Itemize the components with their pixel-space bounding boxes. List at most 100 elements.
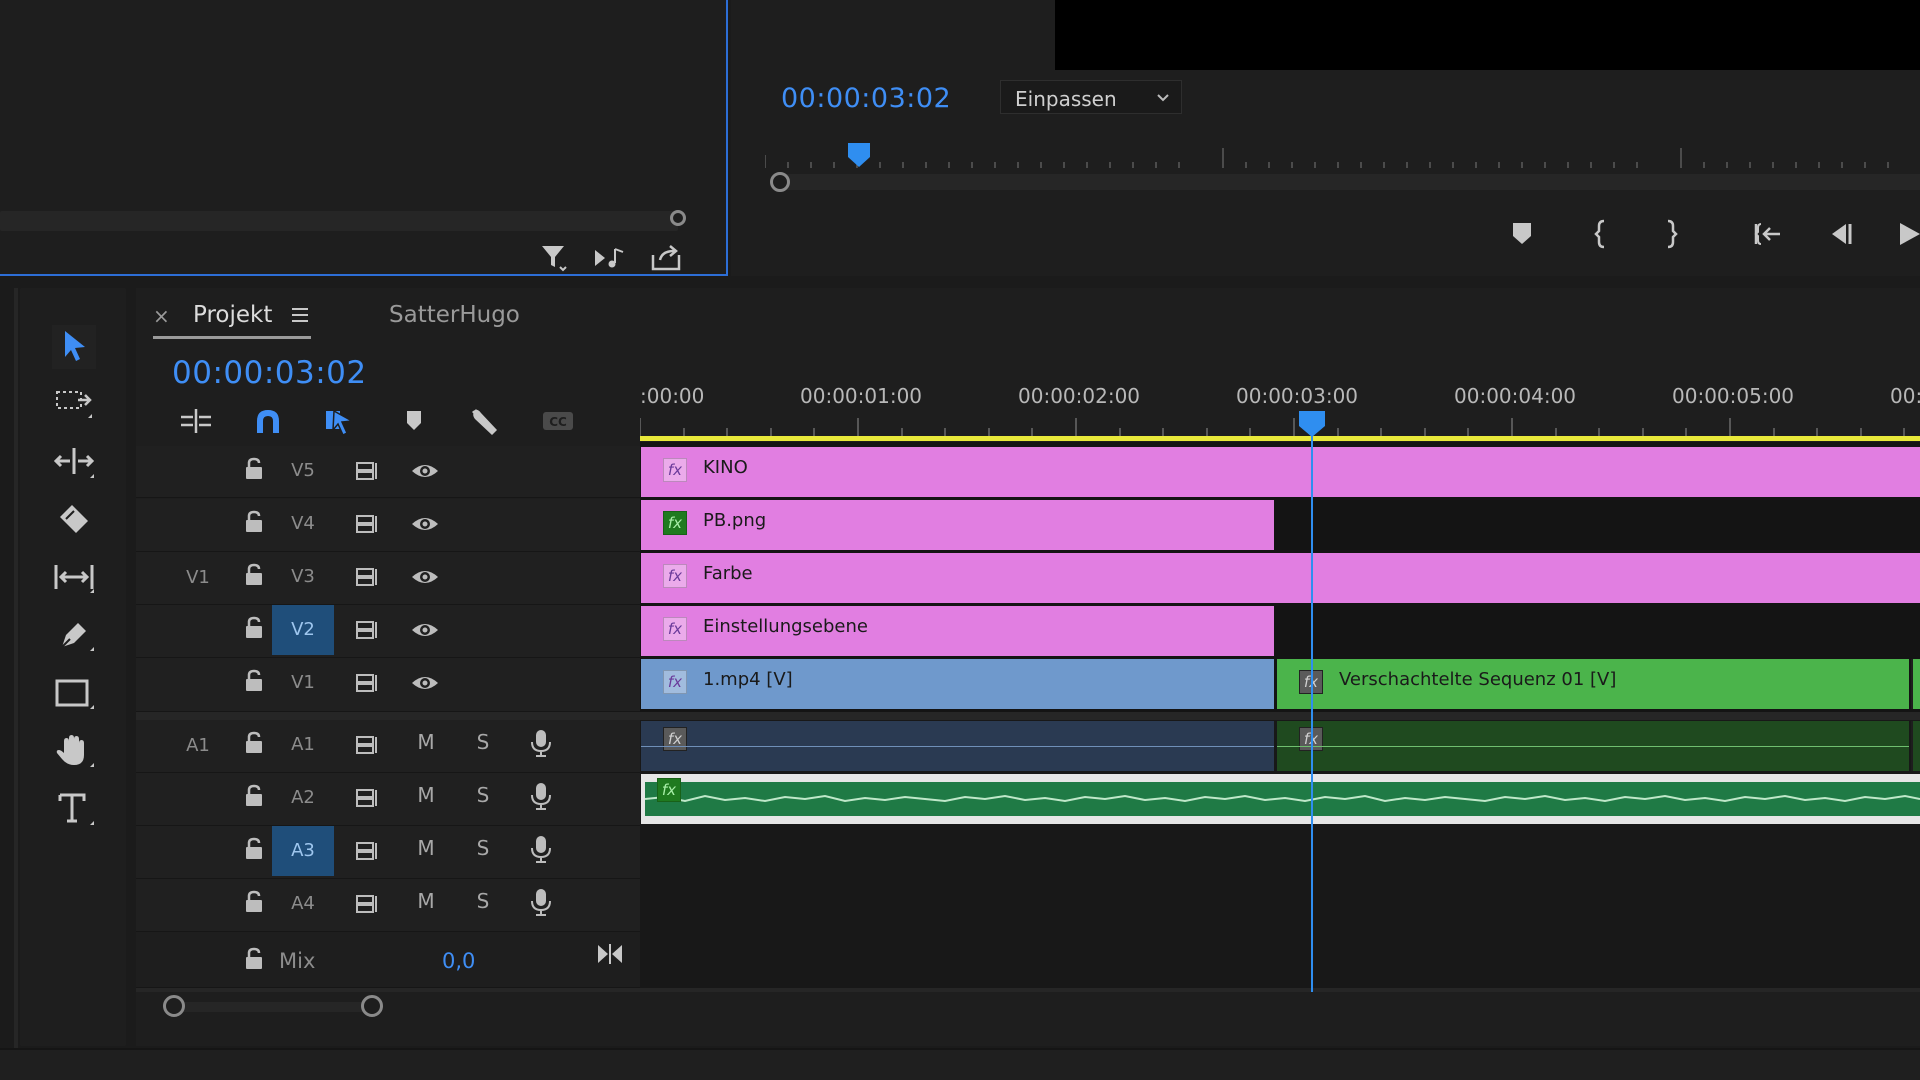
timeline-zoom-handle-left[interactable] [163, 995, 185, 1017]
lock-icon[interactable] [242, 509, 266, 535]
lock-icon[interactable] [242, 730, 266, 756]
lock-icon[interactable] [242, 946, 266, 972]
step-back-button[interactable] [1822, 216, 1858, 252]
mute-button[interactable]: M [413, 889, 439, 913]
insert-sequence-nested-icon[interactable] [176, 403, 216, 439]
source-scroll-handle[interactable] [670, 210, 686, 226]
mark-out-button[interactable] [1652, 216, 1688, 252]
clip-nested-sequence-video[interactable]: fx Verschachtelte Sequenz 01 [V] [1277, 659, 1909, 709]
program-playhead[interactable] [847, 142, 871, 168]
mix-volume-value[interactable]: 0,0 [442, 949, 475, 973]
work-area-bar[interactable] [640, 436, 1920, 441]
clip-next-audio[interactable] [1911, 721, 1920, 771]
timeline-playhead[interactable] [1298, 410, 1326, 438]
sync-lock-icon[interactable] [354, 617, 382, 643]
tab-satterhugo[interactable]: SatterHugo [389, 302, 520, 328]
lock-icon[interactable] [242, 783, 266, 809]
clip-1-mp4-audio[interactable]: fx [641, 721, 1274, 771]
source-scrollbar[interactable] [0, 211, 678, 231]
type-tool[interactable] [52, 787, 96, 831]
sync-lock-icon[interactable] [354, 891, 382, 917]
pen-tool[interactable] [52, 613, 96, 657]
tab-projekt[interactable]: Projekt [193, 302, 272, 328]
clip-music-audio[interactable]: fx [641, 774, 1920, 824]
lock-icon[interactable] [242, 889, 266, 915]
tab-menu-icon[interactable] [290, 306, 310, 324]
sync-lock-icon[interactable] [354, 511, 382, 537]
captions-cc-icon[interactable]: CC [538, 403, 578, 439]
sync-lock-icon[interactable] [354, 670, 382, 696]
solo-button[interactable]: S [470, 836, 496, 860]
microphone-icon[interactable] [529, 834, 553, 864]
mute-button[interactable]: M [413, 783, 439, 807]
sync-lock-icon[interactable] [354, 732, 382, 758]
solo-button[interactable]: S [470, 730, 496, 754]
microphone-icon[interactable] [529, 781, 553, 811]
track-name-a2[interactable]: A2 [272, 773, 334, 823]
timeline-zoom-scrollbar[interactable] [174, 1002, 372, 1012]
microphone-icon[interactable] [529, 887, 553, 917]
sync-lock-icon[interactable] [354, 838, 382, 864]
source-patch-v1[interactable]: V1 [180, 561, 216, 595]
timeline-zoom-handle-right[interactable] [361, 995, 383, 1017]
clip-next-video[interactable] [1911, 659, 1920, 709]
eye-icon[interactable] [410, 618, 440, 642]
clip-1-mp4-video[interactable]: fx 1.mp4 [V] [641, 659, 1274, 709]
clip-farbe[interactable]: fx Farbe [641, 553, 1920, 603]
insert-audio-icon[interactable] [593, 245, 627, 271]
track-name-a3[interactable]: A3 [272, 826, 334, 876]
timeline-timecode[interactable]: 00:00:03:02 [172, 355, 367, 391]
selection-tool[interactable] [52, 325, 96, 369]
solo-button[interactable]: S [470, 889, 496, 913]
clip-einstellungsebene[interactable]: fx Einstellungsebene [641, 606, 1274, 656]
go-to-in-button[interactable] [1748, 216, 1784, 252]
lock-icon[interactable] [242, 668, 266, 694]
go-to-end-icon[interactable] [596, 941, 624, 967]
source-patch-a1[interactable]: A1 [180, 729, 216, 763]
ripple-edit-tool[interactable] [52, 440, 96, 484]
program-scroll-handle[interactable] [770, 172, 790, 192]
program-scrollbar[interactable] [780, 174, 1920, 190]
linked-selection-icon[interactable] [320, 403, 360, 439]
track-name-v2[interactable]: V2 [272, 605, 334, 655]
eye-icon[interactable] [410, 459, 440, 483]
lock-icon[interactable] [242, 615, 266, 641]
lock-icon[interactable] [242, 836, 266, 862]
track-name-a1[interactable]: A1 [272, 720, 334, 770]
microphone-icon[interactable] [529, 728, 553, 758]
snap-magnet-icon[interactable] [248, 403, 288, 439]
mute-button[interactable]: M [413, 836, 439, 860]
sync-lock-icon[interactable] [354, 564, 382, 590]
wrench-settings-icon[interactable] [466, 403, 506, 439]
eye-icon[interactable] [410, 671, 440, 695]
track-name-v3[interactable]: V3 [272, 552, 334, 602]
solo-button[interactable]: S [470, 783, 496, 807]
export-icon[interactable] [650, 243, 684, 273]
program-timecode[interactable]: 00:00:03:02 [781, 83, 951, 114]
filter-icon[interactable] [540, 243, 568, 273]
track-name-v4[interactable]: V4 [272, 499, 334, 549]
close-icon[interactable]: × [153, 304, 170, 328]
fit-zoom-dropdown[interactable]: Einpassen [1000, 80, 1182, 114]
track-name-v1[interactable]: V1 [272, 658, 334, 708]
clip-pb-png[interactable]: fx PB.png [641, 500, 1274, 550]
track-name-v5[interactable]: V5 [272, 446, 334, 496]
track-name-a4[interactable]: A4 [272, 879, 334, 929]
program-time-ruler[interactable] [765, 140, 1920, 170]
razor-tool[interactable] [52, 497, 96, 541]
play-button[interactable] [1894, 216, 1920, 252]
lock-icon[interactable] [242, 456, 266, 482]
rectangle-tool[interactable] [52, 671, 96, 715]
clip-nested-sequence-audio[interactable]: fx [1277, 721, 1909, 771]
lock-icon[interactable] [242, 562, 266, 588]
eye-icon[interactable] [410, 565, 440, 589]
hand-tool[interactable] [52, 729, 96, 773]
slip-tool[interactable] [52, 555, 96, 599]
add-marker-button[interactable] [1504, 216, 1540, 252]
sync-lock-icon[interactable] [354, 458, 382, 484]
mark-in-button[interactable] [1584, 216, 1620, 252]
track-select-tool[interactable] [52, 382, 96, 426]
clip-kino[interactable]: fx KINO [641, 447, 1920, 497]
mute-button[interactable]: M [413, 730, 439, 754]
sync-lock-icon[interactable] [354, 785, 382, 811]
